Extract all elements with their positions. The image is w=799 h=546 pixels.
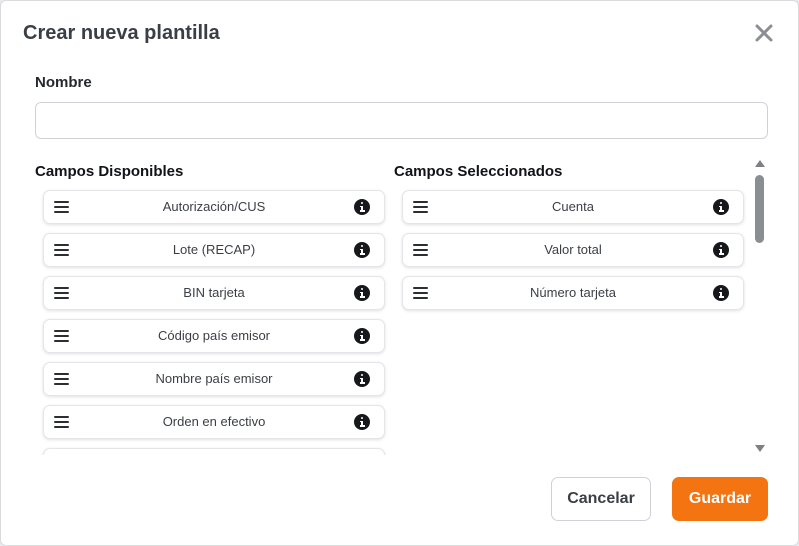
available-field-item[interactable]: Código país emisor <box>43 319 385 353</box>
scrollbar[interactable] <box>753 157 767 457</box>
close-icon <box>755 24 773 42</box>
info-icon[interactable] <box>713 199 729 215</box>
info-icon[interactable] <box>713 242 729 258</box>
drag-handle-icon[interactable] <box>413 244 428 256</box>
info-icon[interactable] <box>354 285 370 301</box>
drag-handle-icon[interactable] <box>54 244 69 256</box>
close-button[interactable] <box>751 20 777 46</box>
save-button[interactable]: Guardar <box>672 477 768 521</box>
field-label: Cuenta <box>552 199 594 214</box>
drag-handle-icon[interactable] <box>54 416 69 428</box>
field-label: BIN tarjeta <box>183 285 245 300</box>
info-icon[interactable] <box>354 328 370 344</box>
drag-handle-icon[interactable] <box>54 201 69 213</box>
selected-fields-list[interactable]: Cuenta Valor total Número tarjeta <box>396 185 752 455</box>
available-field-item[interactable]: BIN tarjeta <box>43 276 385 310</box>
info-icon[interactable] <box>354 199 370 215</box>
info-icon[interactable] <box>354 414 370 430</box>
name-label: Nombre <box>35 74 92 91</box>
create-template-dialog: Crear nueva plantilla Nombre Campos Disp… <box>0 0 799 546</box>
drag-handle-icon[interactable] <box>54 330 69 342</box>
cancel-button[interactable]: Cancelar <box>551 477 651 521</box>
selected-field-item[interactable]: Valor total <box>402 233 744 267</box>
info-icon[interactable] <box>354 242 370 258</box>
info-icon[interactable] <box>354 371 370 387</box>
drag-handle-icon[interactable] <box>413 287 428 299</box>
selected-field-item[interactable]: Cuenta <box>402 190 744 224</box>
name-input[interactable] <box>35 102 768 139</box>
field-label: Valor total <box>544 242 602 257</box>
field-label: Número tarjeta <box>530 285 616 300</box>
field-label: Lote (RECAP) <box>172 242 256 257</box>
field-label: Nombre país emisor <box>155 371 273 386</box>
available-field-item[interactable]: Autorización/CUS <box>43 190 385 224</box>
available-field-item[interactable]: Orden en efectivo <box>43 405 385 439</box>
drag-handle-icon[interactable] <box>54 373 69 385</box>
field-label: Código país emisor <box>158 328 270 343</box>
field-label: Autorización/CUS <box>162 199 266 214</box>
available-field-item-partial[interactable] <box>43 448 385 455</box>
available-fields-title: Campos Disponibles <box>35 163 184 180</box>
arrow-up-icon[interactable] <box>755 160 765 167</box>
arrow-down-icon[interactable] <box>755 445 765 452</box>
drag-handle-icon[interactable] <box>54 287 69 299</box>
available-field-item[interactable]: Nombre país emisor <box>43 362 385 396</box>
info-icon[interactable] <box>713 285 729 301</box>
dialog-title: Crear nueva plantilla <box>23 22 220 44</box>
selected-field-item[interactable]: Número tarjeta <box>402 276 744 310</box>
available-field-item[interactable]: Lote (RECAP) <box>43 233 385 267</box>
drag-handle-icon[interactable] <box>413 201 428 213</box>
scrollbar-thumb[interactable] <box>755 175 764 243</box>
selected-fields-title: Campos Seleccionados <box>394 163 563 180</box>
available-fields-list[interactable]: Autorización/CUS Lote (RECAP) BIN tarjet… <box>37 185 393 455</box>
field-label: Orden en efectivo <box>162 414 266 429</box>
field-label <box>74 449 354 455</box>
